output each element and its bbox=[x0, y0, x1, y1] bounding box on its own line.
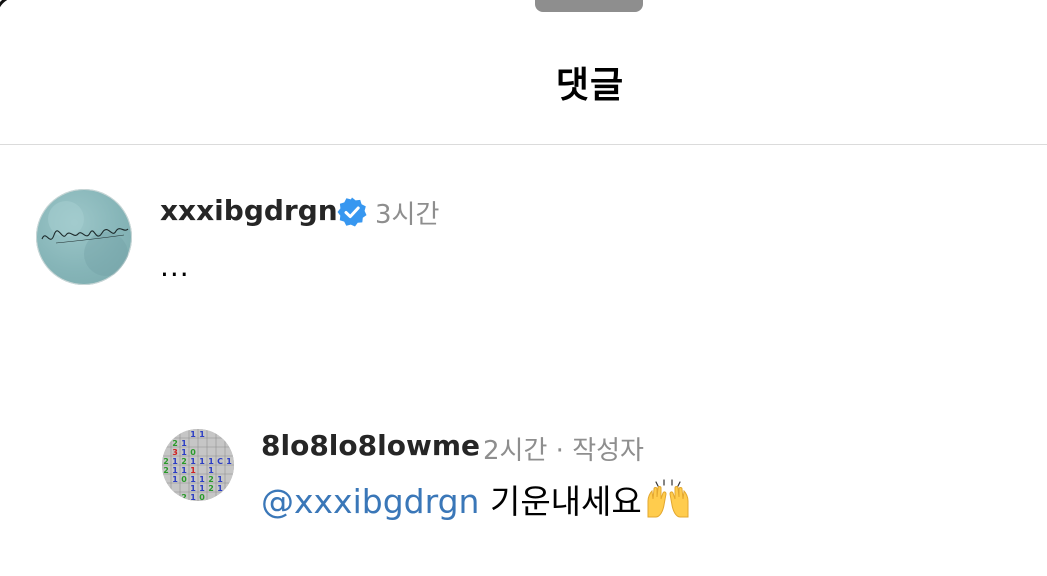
signature-avatar-icon bbox=[41, 201, 129, 276]
svg-text:1: 1 bbox=[181, 448, 187, 457]
svg-text:1: 1 bbox=[190, 430, 196, 439]
comment-username[interactable]: xxxibgdrgn bbox=[160, 194, 338, 227]
svg-text:1: 1 bbox=[199, 484, 205, 493]
header-divider bbox=[0, 144, 1047, 145]
avatar[interactable] bbox=[36, 189, 132, 285]
minesweeper-avatar-icon: 1 1 2 1 3 1 0 2 1 2 1 1 1 C 1 2 1 1 1 1 bbox=[162, 429, 234, 501]
svg-text:1: 1 bbox=[208, 457, 214, 466]
svg-text:1: 1 bbox=[199, 475, 205, 484]
svg-text:2: 2 bbox=[208, 475, 214, 484]
svg-text:2: 2 bbox=[181, 457, 187, 466]
verified-badge-icon bbox=[337, 197, 367, 227]
mention-link[interactable]: @xxxibgdrgn bbox=[261, 482, 479, 521]
page-title: 댓글 bbox=[555, 65, 625, 106]
svg-text:1: 1 bbox=[172, 466, 178, 475]
svg-text:0: 0 bbox=[190, 448, 196, 457]
svg-text:2: 2 bbox=[163, 466, 169, 475]
svg-text:2: 2 bbox=[163, 457, 169, 466]
svg-text:2: 2 bbox=[181, 493, 187, 501]
svg-text:1: 1 bbox=[190, 475, 196, 484]
comments-sheet: 댓글 xxxibgdrgn 3시간 ... 1 1 2 1 3 1 0 2 1 … bbox=[0, 0, 1047, 576]
svg-text:2: 2 bbox=[172, 439, 178, 448]
reply-message: 기운내세요 bbox=[489, 482, 642, 521]
svg-text:1: 1 bbox=[190, 493, 196, 501]
svg-text:1: 1 bbox=[199, 430, 205, 439]
svg-text:1: 1 bbox=[181, 439, 187, 448]
comment-text: ... bbox=[160, 250, 190, 283]
reply-avatar[interactable]: 1 1 2 1 3 1 0 2 1 2 1 1 1 C 1 2 1 1 1 1 bbox=[162, 429, 234, 501]
svg-text:1: 1 bbox=[217, 484, 223, 493]
sheet-grab-handle[interactable] bbox=[535, 0, 643, 12]
svg-text:1: 1 bbox=[181, 466, 187, 475]
screen-corner bbox=[0, 0, 23, 23]
reply-username[interactable]: 8lo8lo8lowme bbox=[261, 429, 480, 462]
meta-separator: · bbox=[555, 436, 564, 466]
author-label: 작성자 bbox=[572, 436, 644, 466]
reply-text: @xxxibgdrgn 기운내세요 bbox=[261, 475, 692, 523]
svg-text:1: 1 bbox=[172, 457, 178, 466]
svg-text:C: C bbox=[217, 457, 223, 466]
svg-text:1: 1 bbox=[172, 475, 178, 484]
svg-text:1: 1 bbox=[217, 475, 223, 484]
svg-text:1: 1 bbox=[190, 457, 196, 466]
svg-text:1: 1 bbox=[199, 457, 205, 466]
svg-text:1: 1 bbox=[226, 457, 232, 466]
svg-text:3: 3 bbox=[172, 448, 178, 457]
svg-text:2: 2 bbox=[208, 484, 214, 493]
svg-text:1: 1 bbox=[208, 466, 214, 475]
raising-hands-emoji bbox=[647, 479, 689, 518]
reply-time: 2시간 bbox=[483, 436, 548, 466]
svg-text:0: 0 bbox=[199, 493, 205, 501]
svg-text:1: 1 bbox=[190, 466, 196, 475]
svg-text:0: 0 bbox=[181, 475, 187, 484]
comment-time: 3시간 bbox=[375, 200, 440, 230]
svg-text:1: 1 bbox=[190, 484, 196, 493]
reply-meta: 2시간 · 작성자 bbox=[483, 430, 644, 467]
